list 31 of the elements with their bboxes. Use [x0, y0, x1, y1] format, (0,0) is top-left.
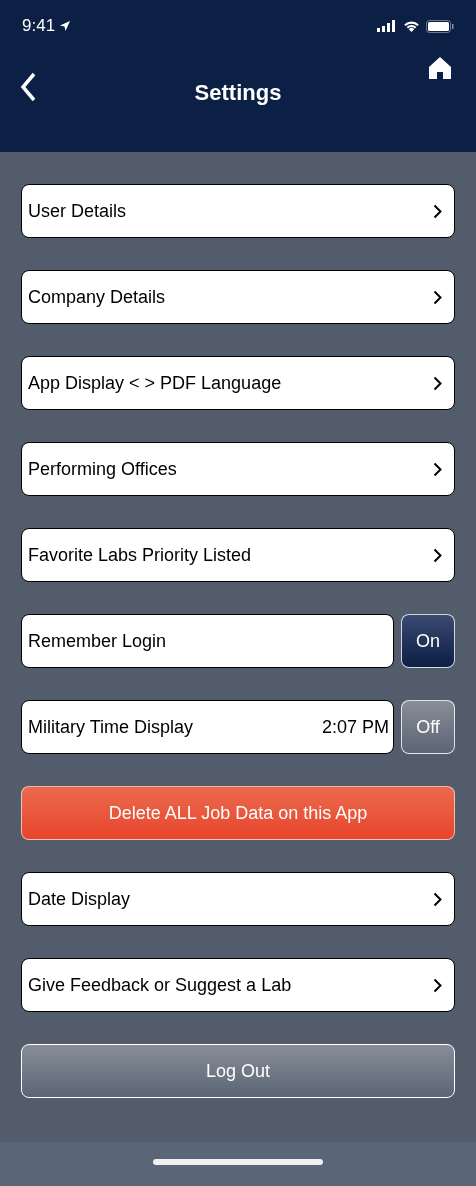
settings-row[interactable]: Favorite Labs Priority Listed	[21, 528, 455, 582]
battery-icon	[426, 19, 454, 33]
chevron-icon	[433, 891, 442, 907]
wifi-icon	[403, 20, 420, 32]
toggle-button[interactable]: Off	[401, 700, 455, 754]
home-icon	[428, 56, 452, 80]
chevron-icon	[433, 977, 442, 993]
logout-button[interactable]: Log Out	[21, 1044, 455, 1098]
chevron-icon	[433, 547, 442, 563]
chevron-icon	[433, 203, 442, 219]
page-title: Settings	[194, 78, 282, 107]
settings-row[interactable]: Date Display	[21, 872, 455, 926]
settings-row[interactable]: User Details	[21, 184, 455, 238]
chevron-icon	[433, 461, 442, 477]
signal-icon	[377, 20, 397, 32]
chevron-icon	[433, 375, 442, 391]
toggle-button[interactable]: On	[401, 614, 455, 668]
back-button[interactable]	[20, 72, 36, 102]
settings-row[interactable]: App Display < > PDF Language	[21, 356, 455, 410]
back-icon	[20, 72, 36, 102]
status-time: 9:41	[22, 15, 56, 38]
time-value: 2:07 PM	[321, 715, 389, 739]
settings-row[interactable]: Company Details	[21, 270, 455, 324]
row-label: Military Time Display	[28, 715, 194, 739]
settings-row[interactable]: Performing Offices	[21, 442, 455, 496]
location-arrow-icon	[59, 20, 72, 32]
delete-button[interactable]: Delete ALL Job Data on this App	[21, 786, 455, 840]
settings-row[interactable]: Give Feedback or Suggest a Lab	[21, 958, 455, 1012]
chevron-icon	[433, 289, 442, 305]
home-button[interactable]	[428, 56, 452, 80]
row-label: Remember Login	[28, 629, 167, 653]
